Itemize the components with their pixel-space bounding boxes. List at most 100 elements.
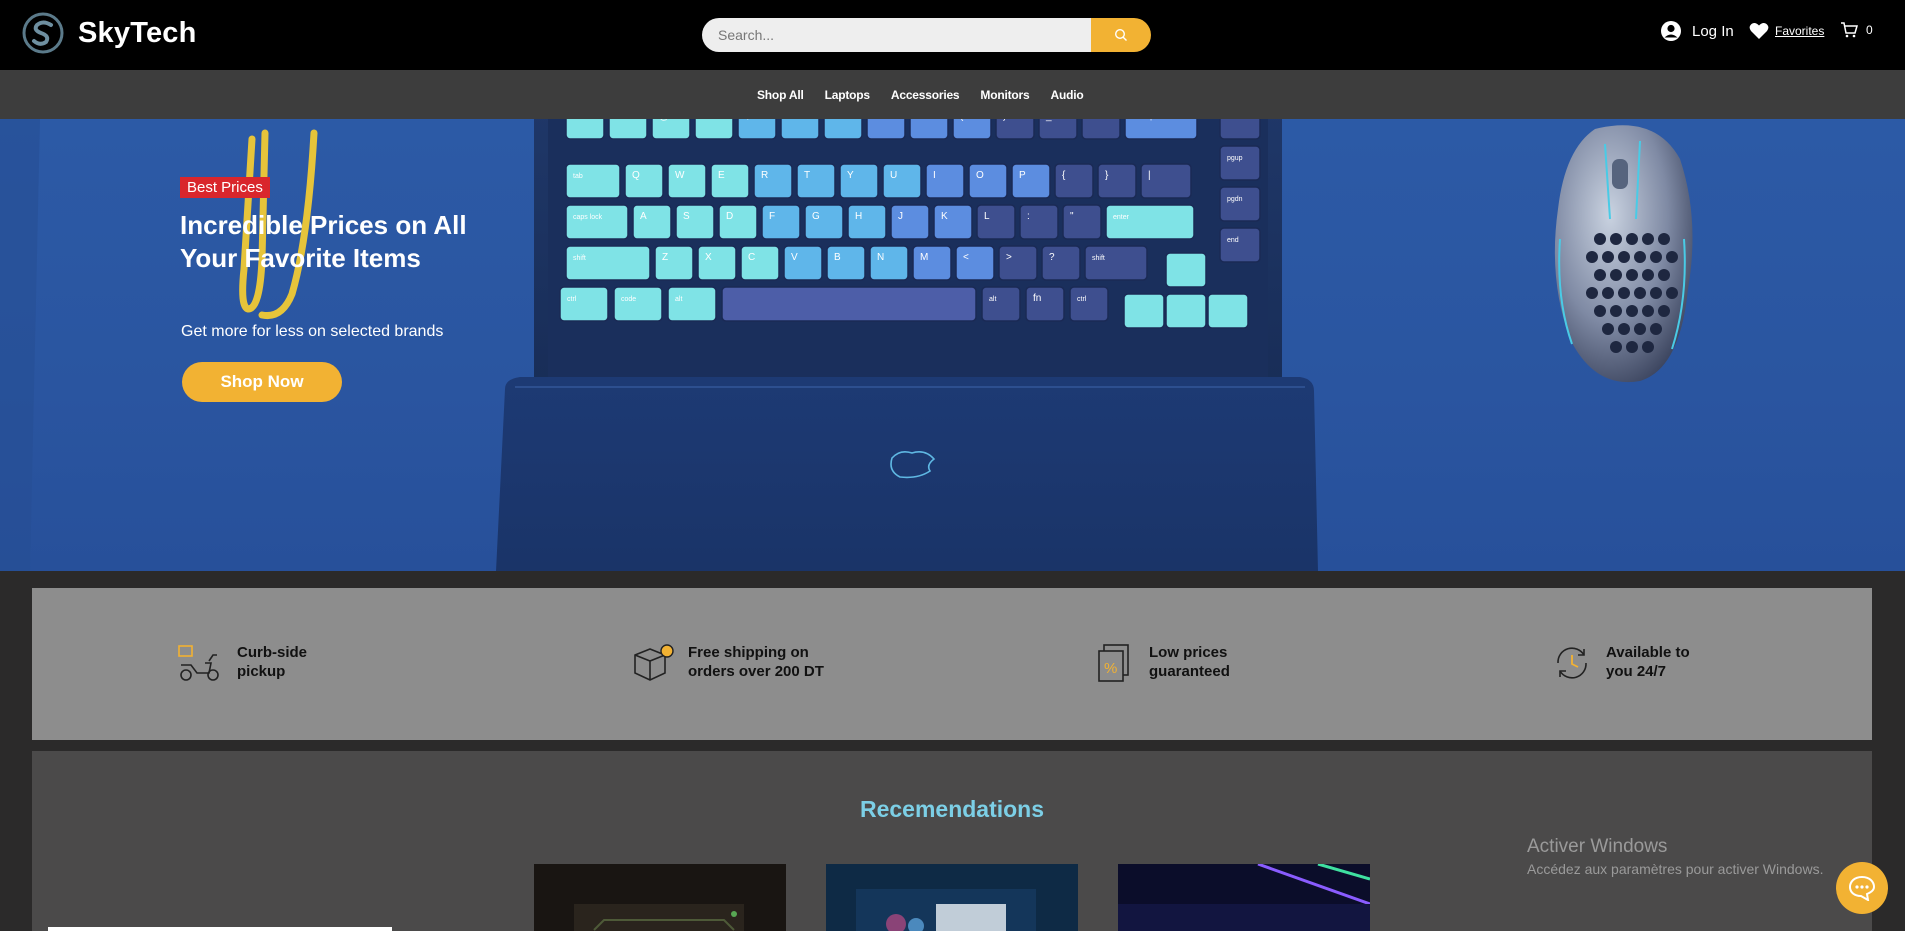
key-r4-4: alt bbox=[981, 286, 1021, 322]
key-r2-9: L bbox=[976, 204, 1016, 240]
key-r2-1: A bbox=[632, 204, 672, 240]
skytech-logo-icon bbox=[22, 12, 64, 54]
scroll-indicator bbox=[48, 927, 392, 931]
key-r2-6: H bbox=[847, 204, 887, 240]
key-label: fn bbox=[1033, 293, 1041, 304]
key-r3-11: shift bbox=[1084, 245, 1148, 281]
cart-icon bbox=[1841, 22, 1858, 38]
key-r3-6: N bbox=[869, 245, 909, 281]
rec-card-2[interactable] bbox=[826, 864, 1078, 931]
best-prices-badge: Best Prices bbox=[180, 177, 270, 198]
key-r3-10: ? bbox=[1041, 245, 1081, 281]
key-label: O bbox=[976, 170, 984, 181]
key-label: K bbox=[941, 211, 948, 222]
windows-activation-watermark: Activer Windows Accédez aux paramètres p… bbox=[1527, 836, 1823, 877]
key-r4-6: ctrl bbox=[1069, 286, 1109, 322]
key-r0-6: ^ bbox=[823, 119, 863, 140]
cart-count: 0 bbox=[1866, 23, 1873, 37]
login-button[interactable]: Log In bbox=[1660, 20, 1734, 42]
key-r0-5: % bbox=[780, 119, 820, 140]
key-side-1: pgup bbox=[1219, 145, 1261, 181]
key-label: shift bbox=[1092, 255, 1105, 262]
favorites-link[interactable]: Favorites bbox=[1749, 22, 1824, 40]
feature-curbside-pickup: Curb-side pickup bbox=[177, 643, 307, 683]
feature-low-prices: % Low prices guaranteed bbox=[1095, 643, 1230, 683]
key-label: ) bbox=[1003, 119, 1006, 122]
rec-card-3[interactable] bbox=[1118, 864, 1370, 931]
key-label: J bbox=[898, 211, 903, 222]
key-label: % bbox=[788, 119, 797, 122]
watermark-line2: Accédez aux paramètres pour activer Wind… bbox=[1527, 861, 1824, 877]
key-r2-2: S bbox=[675, 204, 715, 240]
hero-subtitle: Get more for less on selected brands bbox=[181, 323, 444, 340]
key-r3-9: > bbox=[998, 245, 1038, 281]
key-label: ^ bbox=[831, 119, 836, 122]
key-r1-3: E bbox=[710, 163, 750, 199]
nav-item-laptops[interactable]: Laptops bbox=[825, 88, 870, 102]
key-label: C bbox=[748, 252, 755, 263]
key-label: code bbox=[621, 296, 636, 303]
key-r0-13: backspace bbox=[1124, 119, 1198, 140]
key-label: M bbox=[920, 252, 928, 263]
brand-logo[interactable]: SkyTech bbox=[22, 12, 197, 54]
key-label: # bbox=[702, 119, 708, 122]
key-label: alt bbox=[675, 296, 682, 303]
search-input[interactable] bbox=[702, 18, 1091, 52]
key-label: $ bbox=[745, 119, 751, 122]
key-label: | bbox=[1148, 170, 1151, 181]
key-r2-12: enter bbox=[1105, 204, 1195, 240]
key-r3-3: C bbox=[740, 245, 780, 281]
key-label: @ bbox=[659, 119, 669, 122]
feature-line2: guaranteed bbox=[1149, 663, 1230, 680]
nav-item-shop-all[interactable]: Shop All bbox=[757, 88, 804, 102]
key-r0-10: ) bbox=[995, 119, 1035, 140]
key-label: H bbox=[855, 211, 862, 222]
key-r2-4: F bbox=[761, 204, 801, 240]
key-label: & bbox=[874, 119, 881, 122]
key-r3-4: V bbox=[783, 245, 823, 281]
clock-cycle-icon bbox=[1557, 647, 1587, 679]
key-r2-10: : bbox=[1019, 204, 1059, 240]
key-label: V bbox=[791, 252, 798, 263]
key-label: G bbox=[812, 211, 820, 222]
box-icon bbox=[634, 644, 674, 681]
key-r2-5: G bbox=[804, 204, 844, 240]
feature-line1: Curb-side bbox=[237, 644, 308, 661]
features-strip: Curb-side pickup Free shipping on orders… bbox=[32, 588, 1872, 740]
favorites-label: Favorites bbox=[1775, 24, 1825, 38]
main-nav: Shop All Laptops Accessories Monitors Au… bbox=[0, 70, 1905, 119]
key-r1-11: { bbox=[1054, 163, 1094, 199]
key-r3-2: X bbox=[697, 245, 737, 281]
rec-card-1[interactable] bbox=[534, 864, 786, 931]
search-bar bbox=[702, 18, 1151, 52]
key-label: ? bbox=[1049, 252, 1055, 263]
key-side-2: pgdn bbox=[1219, 186, 1261, 222]
key-r1-12: } bbox=[1097, 163, 1137, 199]
shop-now-button[interactable]: Shop Now bbox=[182, 362, 342, 402]
hero-image: ! @ # $% ^ & * () _ + backspace tab Q W E R T Y U I O P {} | cap… bbox=[0, 119, 1693, 571]
key-label: ! bbox=[616, 119, 619, 122]
key-r0-2: @ bbox=[651, 119, 691, 140]
key-label: " bbox=[1070, 211, 1074, 222]
key-r1-9: O bbox=[968, 163, 1008, 199]
search-button[interactable] bbox=[1091, 18, 1151, 52]
key-r1-13: | bbox=[1140, 163, 1192, 199]
key-r2-11: " bbox=[1062, 204, 1102, 240]
svg-text:%: % bbox=[1104, 660, 1117, 677]
nav-item-monitors[interactable]: Monitors bbox=[980, 88, 1029, 102]
key-label: caps lock bbox=[573, 214, 603, 221]
key-r0-11: _ bbox=[1038, 119, 1078, 140]
nav-item-accessories[interactable]: Accessories bbox=[891, 88, 960, 102]
chat-button[interactable] bbox=[1836, 862, 1888, 914]
key-label: F bbox=[769, 211, 775, 222]
key-label: alt bbox=[989, 296, 996, 303]
nav-item-audio[interactable]: Audio bbox=[1050, 88, 1083, 102]
cart-button[interactable]: 0 bbox=[1840, 22, 1873, 38]
chat-bubble-icon bbox=[1848, 875, 1876, 901]
key-r1-2: W bbox=[667, 163, 707, 199]
key-label: S bbox=[683, 211, 690, 222]
key-label: > bbox=[1006, 252, 1012, 263]
key-r1-10: P bbox=[1011, 163, 1051, 199]
feature-line1: Available to bbox=[1606, 644, 1690, 661]
key-arrow-left bbox=[1123, 293, 1165, 329]
